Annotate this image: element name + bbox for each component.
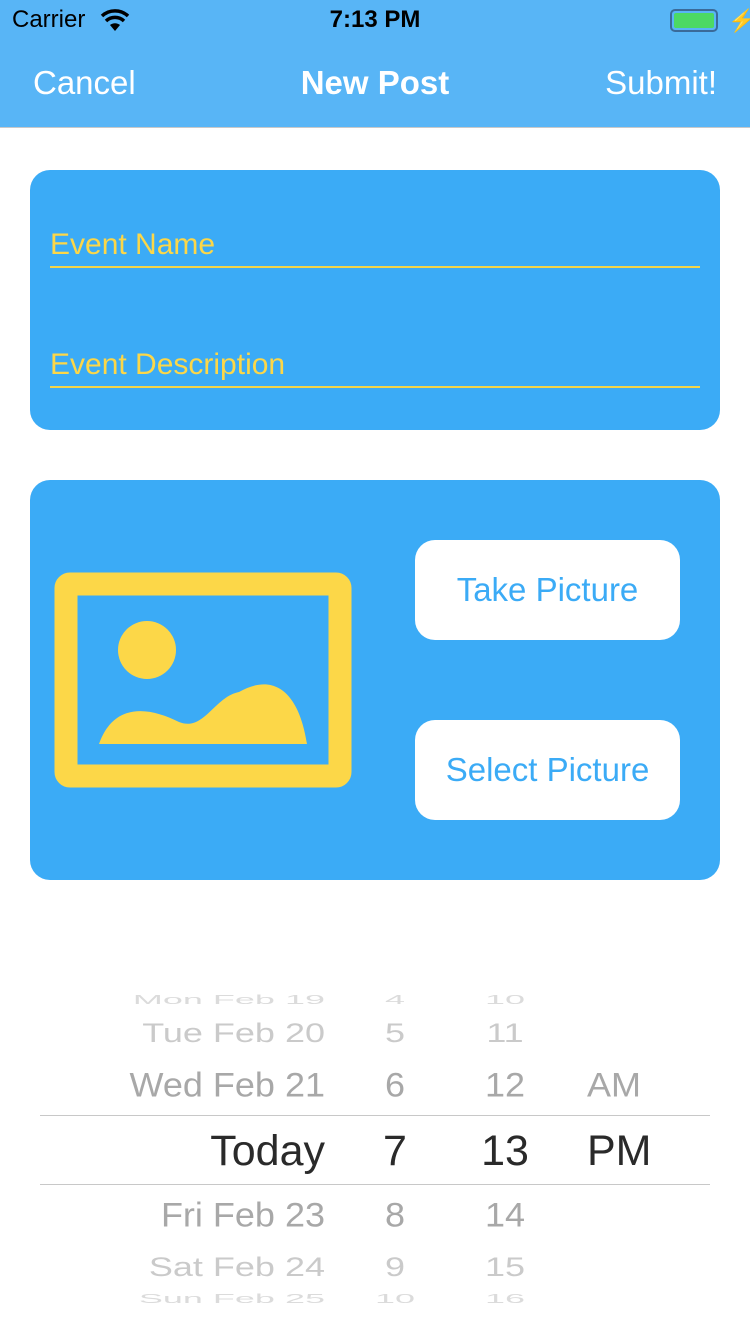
picker-date-option[interactable]: Today	[210, 1127, 325, 1176]
event-details-card	[30, 170, 720, 430]
picker-date-option[interactable]: Fri Feb 23	[161, 1195, 325, 1235]
picker-hour-option[interactable]: 10	[355, 1292, 435, 1307]
event-description-input[interactable]	[50, 344, 700, 388]
take-picture-button[interactable]: Take Picture	[415, 540, 680, 640]
status-time: 7:13 PM	[329, 6, 421, 33]
picker-ampm-option[interactable]: PM	[587, 1127, 652, 1176]
picker-minute-option[interactable]: 10	[460, 993, 550, 1008]
picker-minute-option[interactable]: 15	[460, 1251, 550, 1283]
picker-hour-option[interactable]: 8	[355, 1195, 435, 1235]
submit-button[interactable]: Submit!	[605, 64, 717, 102]
image-placeholder-icon	[54, 572, 352, 788]
picker-minute-option[interactable]: 13	[460, 1127, 550, 1176]
picture-card: Take Picture Select Picture	[30, 480, 720, 880]
picker-ampm-option[interactable]: AM	[587, 1065, 641, 1105]
date-time-picker[interactable]: Mon Feb 19 4 10 Tue Feb 20 5 11 Wed Feb 21 6 12 T…	[40, 980, 710, 1310]
picker-date-option[interactable]: Wed Feb 21	[130, 1065, 325, 1105]
picker-minute-option[interactable]: 14	[460, 1195, 550, 1235]
charging-icon: ⚡	[728, 8, 750, 33]
picker-hour-option[interactable]: 7	[355, 1127, 435, 1176]
selection-line-top	[40, 1115, 710, 1116]
picker-hour-option[interactable]: 5	[355, 1017, 435, 1049]
picker-hour-option[interactable]: 6	[355, 1065, 435, 1105]
picker-minute-option[interactable]: 11	[460, 1017, 550, 1049]
picker-minute-option[interactable]: 16	[460, 1292, 550, 1307]
picker-date-option[interactable]: Sat Feb 24	[149, 1251, 325, 1283]
cancel-button[interactable]: Cancel	[33, 64, 136, 102]
picker-hour-option[interactable]: 4	[355, 993, 435, 1008]
battery-icon	[670, 9, 718, 32]
picker-hour-option[interactable]: 9	[355, 1251, 435, 1283]
picker-date-option[interactable]: Tue Feb 20	[142, 1017, 325, 1049]
picker-date-option[interactable]: Sun Feb 25	[139, 1292, 325, 1307]
select-picture-button[interactable]: Select Picture	[415, 720, 680, 820]
event-name-input[interactable]	[50, 224, 700, 268]
selection-line-bottom	[40, 1184, 710, 1185]
navigation-bar: Carrier 7:13 PM ⚡ Cancel New Post Submit…	[0, 0, 750, 128]
picker-minute-option[interactable]: 12	[460, 1065, 550, 1105]
picker-date-option[interactable]: Mon Feb 19	[133, 993, 325, 1008]
